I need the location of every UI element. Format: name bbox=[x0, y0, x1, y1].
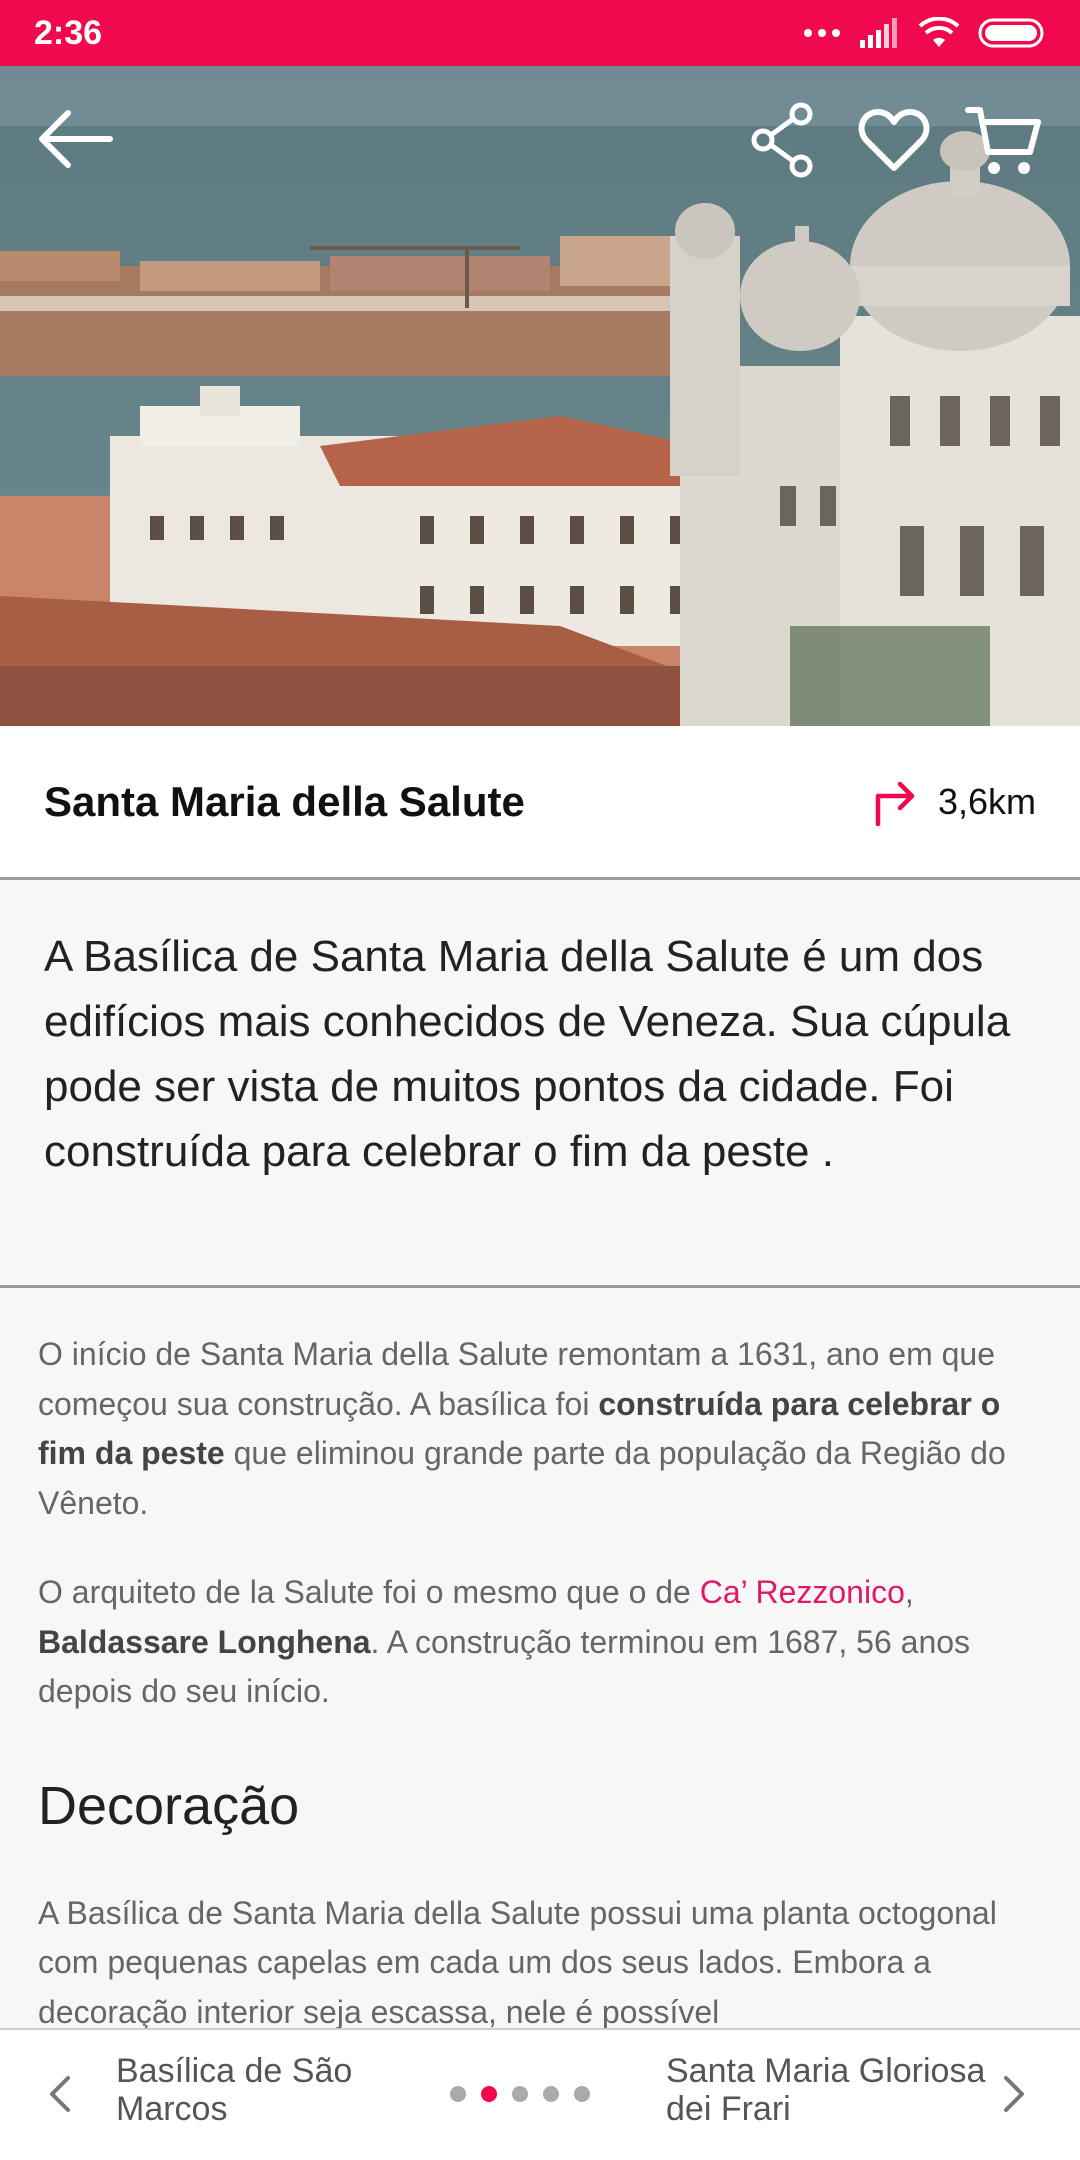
more-dots-icon bbox=[804, 29, 840, 37]
status-bar: 2:36 bbox=[0, 0, 1080, 66]
hero-image bbox=[0, 66, 1080, 726]
heart-icon bbox=[858, 109, 930, 171]
chevron-right-icon bbox=[1004, 2076, 1024, 2112]
chevron-left-icon bbox=[50, 2076, 70, 2112]
previous-place-label: Basílica de São Marcos bbox=[116, 2052, 353, 2128]
favorite-button[interactable] bbox=[856, 106, 932, 176]
share-icon bbox=[751, 102, 813, 178]
next-place-label: Santa Maria Gloriosa dei Frari bbox=[666, 2052, 986, 2128]
battery-icon bbox=[978, 18, 1044, 48]
title-bar: Santa Maria della Salute 3,6km bbox=[0, 726, 1080, 880]
cart-icon bbox=[965, 107, 1041, 174]
paragraph-1: O início de Santa Maria della Salute rem… bbox=[38, 1336, 1006, 1521]
wifi-icon bbox=[918, 17, 960, 47]
page-dot-active bbox=[481, 2086, 497, 2102]
back-button[interactable] bbox=[34, 104, 118, 174]
paragraph-3: A Basílica de Santa Maria della Salute p… bbox=[38, 1894, 997, 2029]
page-dot bbox=[450, 2086, 466, 2102]
lead-section: A Basílica de Santa Maria della Salute é… bbox=[0, 880, 1080, 1288]
paragraph-2: O arquiteto de la Salute foi o mesmo que… bbox=[38, 1574, 971, 1709]
page-dot bbox=[512, 2086, 528, 2102]
cart-button[interactable] bbox=[962, 102, 1044, 182]
page-indicator bbox=[450, 2086, 590, 2102]
status-icons bbox=[802, 17, 1046, 49]
signal-icon bbox=[860, 18, 897, 48]
bottom-navigation: Basílica de São Marcos Santa Maria Glori… bbox=[0, 2028, 1080, 2160]
lead-text: A Basílica de Santa Maria della Salute é… bbox=[44, 932, 1011, 1176]
page-dot bbox=[543, 2086, 559, 2102]
page-dot bbox=[574, 2086, 590, 2102]
ca-rezzonico-link[interactable]: Ca’ Rezzonico bbox=[700, 1574, 905, 1610]
section-title-decoracao: Decoração bbox=[38, 1775, 300, 1836]
distance-label: 3,6km bbox=[937, 780, 1036, 822]
share-button[interactable] bbox=[746, 100, 818, 180]
article-body: O início de Santa Maria della Salute rem… bbox=[0, 1288, 1080, 2028]
directions-button[interactable]: 3,6km bbox=[872, 778, 1036, 826]
arrow-left-icon bbox=[39, 110, 113, 168]
status-time: 2:36 bbox=[34, 13, 103, 52]
turn-right-arrow-icon bbox=[875, 781, 915, 826]
page-title: Santa Maria della Salute bbox=[44, 777, 525, 825]
